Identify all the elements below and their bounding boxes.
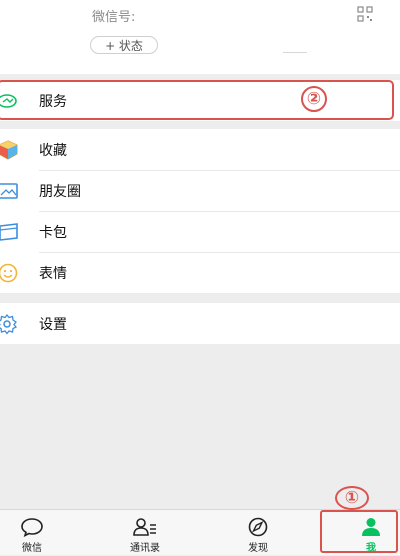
- profile-header: 微信号: + 状态: [0, 0, 400, 74]
- chat-bubble-icon: [21, 518, 43, 537]
- menu-item-label: 设置: [39, 316, 67, 333]
- qr-code-icon[interactable]: [357, 6, 373, 22]
- tab-label: 通讯录: [130, 543, 160, 554]
- menu-item-moments[interactable]: 朋友圈: [0, 170, 400, 211]
- menu-item-label: 收藏: [39, 142, 67, 159]
- me-tab-highlight-box: [320, 510, 398, 553]
- card-icon: [0, 221, 20, 243]
- menu-item-label: 朋友圈: [39, 183, 81, 200]
- features-block: 收藏 朋友圈 卡包 表情: [0, 129, 400, 293]
- tab-label: 发现: [248, 543, 268, 554]
- favorites-cube-icon: [0, 139, 20, 161]
- menu-item-card-wallet[interactable]: 卡包: [0, 211, 400, 252]
- add-status-button[interactable]: + 状态: [90, 36, 158, 54]
- status-button-label: + 状态: [105, 38, 143, 53]
- tab-contacts[interactable]: 通讯录: [105, 510, 185, 556]
- divider: [283, 52, 307, 53]
- tab-label: 微信: [22, 543, 42, 554]
- menu-item-favorites[interactable]: 收藏: [0, 129, 400, 170]
- moments-photo-icon: [0, 180, 20, 202]
- smiley-icon: [0, 262, 20, 284]
- compass-icon: [248, 517, 268, 537]
- menu-item-label: 卡包: [39, 224, 67, 241]
- service-highlight-box: [0, 80, 394, 120]
- menu-item-stickers[interactable]: 表情: [0, 252, 400, 293]
- tab-chats[interactable]: 微信: [0, 510, 72, 556]
- tab-discover[interactable]: 发现: [218, 510, 298, 556]
- annotation-marker-1: ①: [335, 486, 369, 510]
- contacts-icon: [133, 518, 156, 536]
- settings-block: 设置: [0, 303, 400, 344]
- wechat-id-label: 微信号:: [92, 10, 136, 25]
- annotation-marker-2: ②: [301, 86, 327, 112]
- menu-item-settings[interactable]: 设置: [0, 303, 400, 344]
- gear-icon: [0, 313, 20, 335]
- menu-item-label: 表情: [39, 265, 67, 282]
